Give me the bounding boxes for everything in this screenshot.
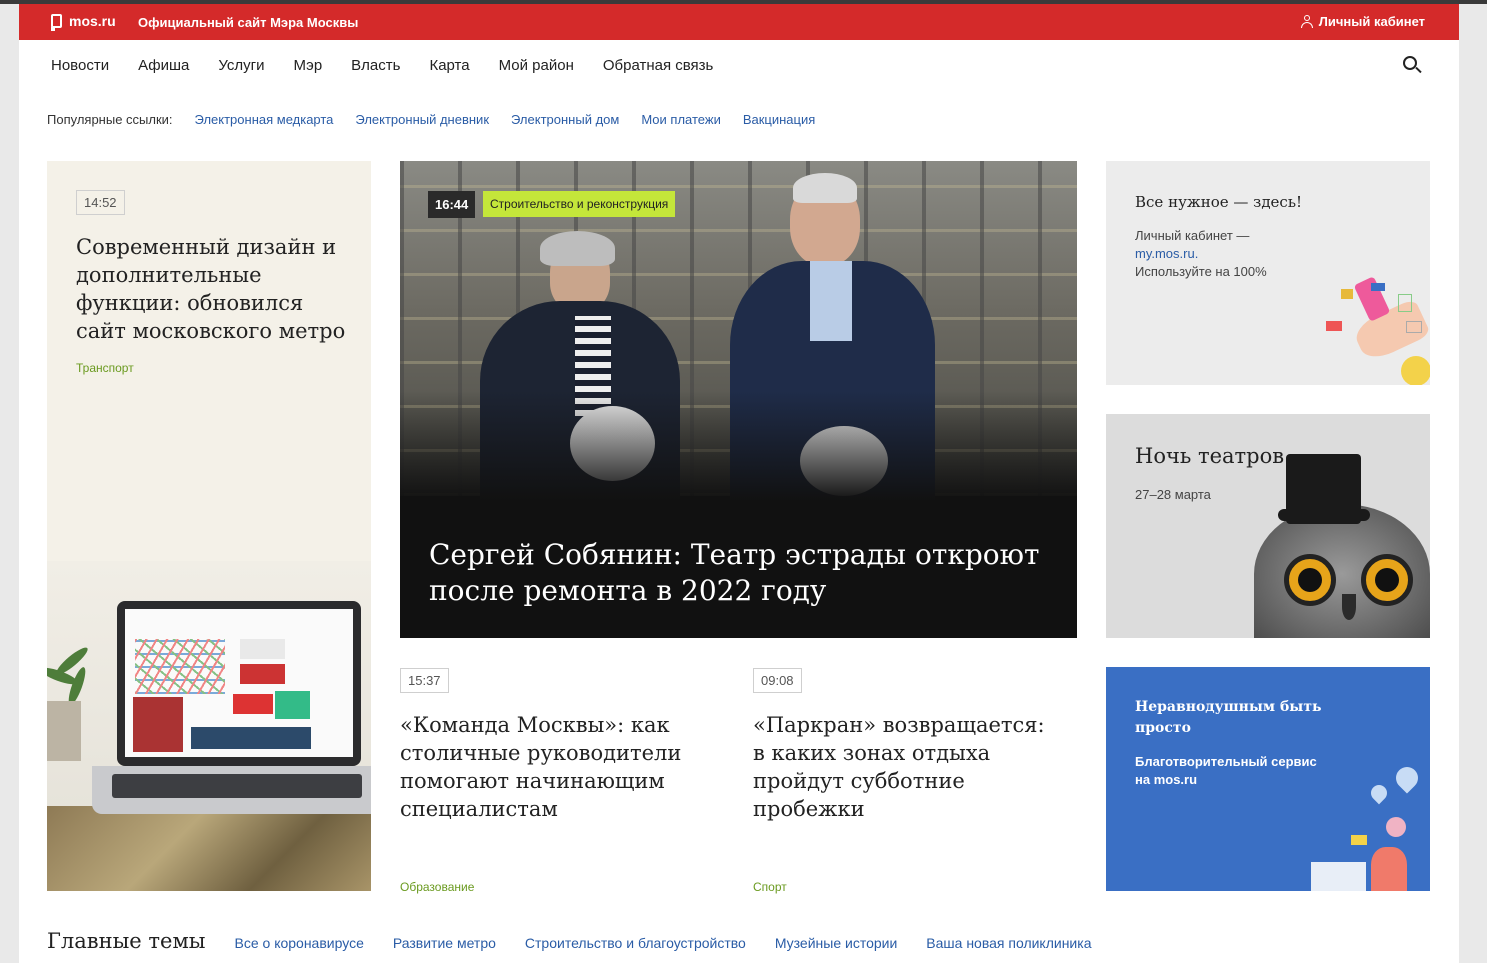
hero-news-card[interactable]: 16:44 Строительство и реконструкция Серг… — [400, 161, 1077, 638]
promo-title: Все нужное — здесь! — [1135, 193, 1303, 211]
promo-text: Личный кабинет — my.mos.ru. Используйте … — [1135, 228, 1267, 279]
main-topics: Главные темы Все о коронавирусе Развитие… — [47, 929, 1120, 953]
popular-links-label: Популярные ссылки: — [47, 112, 173, 127]
topic-link-museums[interactable]: Музейные истории — [775, 935, 897, 951]
main-nav: Новости Афиша Услуги Мэр Власть Карта Мо… — [51, 57, 742, 74]
popular-link-house[interactable]: Электронный дом — [511, 112, 619, 127]
news-card-metro[interactable]: 14:52 Современный дизайн и дополнительны… — [47, 161, 371, 891]
nav-item-my-district[interactable]: Мой район — [499, 57, 574, 74]
nav-item-government[interactable]: Власть — [351, 57, 400, 74]
nav-item-news[interactable]: Новости — [51, 57, 109, 74]
popular-link-vaccination[interactable]: Вакцинация — [743, 112, 815, 127]
popular-link-medcard[interactable]: Электронная медкарта — [195, 112, 334, 127]
news-time: 09:08 — [753, 668, 802, 693]
site-title: Официальный сайт Мэра Москвы — [138, 15, 359, 30]
my-mos-link[interactable]: my.mos.ru. — [1135, 246, 1198, 261]
news-tag[interactable]: Образование — [400, 880, 474, 894]
topic-link-metro[interactable]: Развитие метро — [393, 935, 496, 951]
nav-item-map[interactable]: Карта — [429, 57, 469, 74]
news-time: 15:37 — [400, 668, 449, 693]
topic-link-coronavirus[interactable]: Все о коронавирусе — [235, 935, 364, 951]
nav-item-feedback[interactable]: Обратная связь — [603, 57, 714, 74]
promo-card-my-mos[interactable]: Все нужное — здесь! Личный кабинет — my.… — [1106, 161, 1430, 385]
hero-title[interactable]: Сергей Собянин: Театр эстрады откроют по… — [429, 537, 1049, 609]
news-card-parkrun[interactable]: 09:08 «Паркран» возвращается: в каких зо… — [753, 668, 1073, 898]
topic-link-construction[interactable]: Строительство и благоустройство — [525, 935, 746, 951]
hero-category-badge[interactable]: Строительство и реконструкция — [483, 191, 676, 217]
popular-link-payments[interactable]: Мои платежи — [641, 112, 721, 127]
promo-title: Неравнодушным быть просто — [1135, 699, 1322, 736]
promo-card-theatre-night[interactable]: Ночь театров 27–28 марта — [1106, 414, 1430, 638]
user-icon — [1300, 15, 1313, 28]
topic-link-clinic[interactable]: Ваша новая поликлиника — [926, 935, 1091, 951]
personal-cabinet-label: Личный кабинет — [1318, 14, 1425, 29]
popular-link-diary[interactable]: Электронный дневник — [355, 112, 489, 127]
news-title[interactable]: Современный дизайн и дополнительные функ… — [76, 233, 356, 345]
promo-subtitle: Благотворительный сервис на mos.ru — [1135, 754, 1317, 787]
logo[interactable]: mos.ru — [51, 13, 116, 31]
promo-card-charity[interactable]: Неравнодушным быть просто Благотворитель… — [1106, 667, 1430, 891]
news-card-team-moscow[interactable]: 15:37 «Команда Москвы»: как столичные ру… — [400, 668, 720, 898]
header-bar: mos.ru Официальный сайт Мэра Москвы Личн… — [19, 4, 1459, 40]
nav-item-mayor[interactable]: Мэр — [294, 57, 323, 74]
personal-cabinet-link[interactable]: Личный кабинет — [1300, 14, 1425, 29]
news-tag[interactable]: Транспорт — [76, 361, 134, 375]
logo-text: mos.ru — [69, 13, 116, 29]
news-title[interactable]: «Паркран» возвращается: в каких зонах от… — [753, 711, 1063, 823]
nav-item-services[interactable]: Услуги — [218, 57, 264, 74]
news-time: 14:52 — [76, 190, 125, 215]
search-icon[interactable] — [1403, 56, 1423, 76]
page: mos.ru Официальный сайт Мэра Москвы Личн… — [19, 4, 1459, 963]
promo-dates: 27–28 марта — [1135, 487, 1211, 502]
news-title[interactable]: «Команда Москвы»: как столичные руководи… — [400, 711, 710, 823]
hero-time: 16:44 — [428, 191, 476, 218]
popular-links: Популярные ссылки: Электронная медкарта … — [47, 112, 837, 127]
main-topics-heading: Главные темы — [47, 929, 206, 953]
laptop-illustration — [47, 561, 371, 891]
logo-icon — [51, 14, 62, 31]
promo-title: Ночь театров — [1135, 444, 1285, 468]
news-tag[interactable]: Спорт — [753, 880, 787, 894]
nav-item-afisha[interactable]: Афиша — [138, 57, 189, 74]
